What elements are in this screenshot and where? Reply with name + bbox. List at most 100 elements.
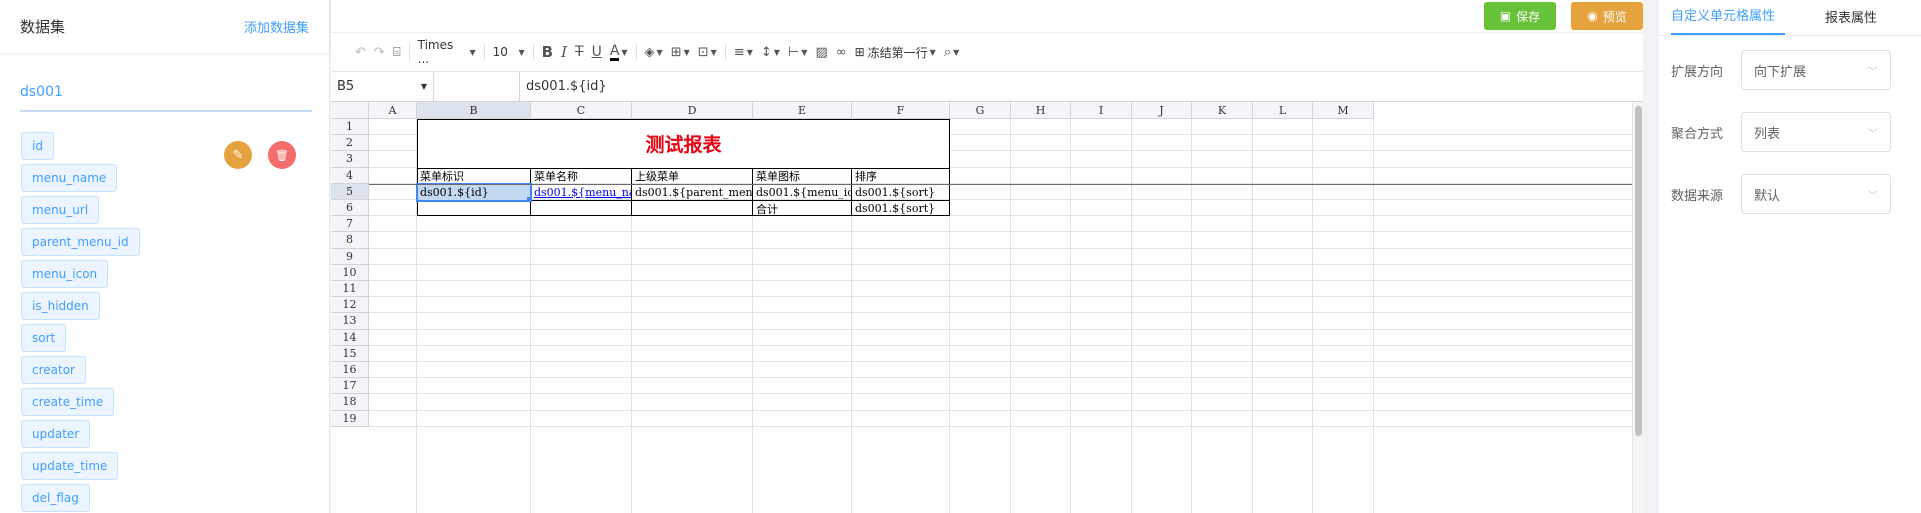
data-cell[interactable]: ds001.${sort} <box>853 201 949 216</box>
header-cell[interactable]: 菜单标识 <box>418 169 530 184</box>
data-cell[interactable]: ds001.${menu_name} <box>532 185 631 200</box>
scrollbar-thumb[interactable] <box>1635 106 1642 436</box>
data-source-value: 默认 <box>1754 188 1781 204</box>
chevron-down-icon: ▼ <box>469 47 476 57</box>
column-header-l[interactable]: L <box>1253 102 1313 119</box>
border-button[interactable]: ⊞ ▼ <box>667 38 694 66</box>
italic-button[interactable]: I <box>557 38 571 66</box>
field-tag[interactable]: is_hidden <box>21 292 100 320</box>
add-dataset-link[interactable]: 添加数据集 <box>244 17 309 36</box>
freeze-first-row-button[interactable]: ⊞ 冻结第一行 ▼ <box>851 38 940 66</box>
column-header-c[interactable]: C <box>531 102 632 119</box>
column-header-i[interactable]: I <box>1071 102 1132 119</box>
data-source-select[interactable]: 默认 ﹀ <box>1741 174 1891 214</box>
row-header-14[interactable]: 14 <box>331 329 369 346</box>
row-header-7[interactable]: 7 <box>331 216 369 233</box>
font-color-button[interactable]: A ▼ <box>606 38 632 66</box>
sheet-corner[interactable] <box>331 102 369 119</box>
data-cell[interactable]: ds001.${menu_icon} <box>754 185 851 200</box>
search-icon: ⌕ <box>943 44 952 60</box>
row-header-10[interactable]: 10 <box>331 264 369 281</box>
row-header-2[interactable]: 2 <box>331 135 369 152</box>
field-tag[interactable]: id <box>21 132 54 160</box>
save-button[interactable]: ▣ 保存 <box>1484 2 1556 30</box>
fill-color-button[interactable]: ◈ ▼ <box>641 38 667 66</box>
cell-reference-select[interactable]: B5 ▼ <box>331 71 434 102</box>
field-tag[interactable]: menu_icon <box>21 260 109 288</box>
formula-input[interactable]: ds001.${id} <box>520 79 607 94</box>
row-header-6[interactable]: 6 <box>331 200 369 217</box>
row-header-19[interactable]: 19 <box>331 410 369 427</box>
dataset-tab-ds001[interactable]: ds001 <box>20 84 312 112</box>
edit-dataset-button[interactable]: ✎ <box>224 141 252 169</box>
bold-button[interactable]: B <box>538 38 557 66</box>
tab-cell-properties[interactable]: 自定义单元格属性 <box>1671 5 1786 35</box>
redo-button[interactable]: ↷ <box>370 38 389 66</box>
row-header-8[interactable]: 8 <box>331 232 369 249</box>
aggregate-mode-select[interactable]: 列表 ﹀ <box>1741 112 1891 152</box>
field-tag[interactable]: update_time <box>21 452 119 480</box>
grid-line-vertical <box>1131 119 1132 513</box>
search-button[interactable]: ⌕ ▼ <box>940 38 963 66</box>
column-header-m[interactable]: M <box>1313 102 1374 119</box>
underline-button[interactable]: U <box>588 38 606 66</box>
insert-image-button[interactable]: ▨ <box>811 38 831 66</box>
column-header-h[interactable]: H <box>1011 102 1071 119</box>
tab-report-properties[interactable]: 报表属性 <box>1815 7 1887 35</box>
column-header-b[interactable]: B <box>417 102 531 119</box>
field-tag[interactable]: menu_name <box>21 164 118 192</box>
column-header-k[interactable]: K <box>1192 102 1253 119</box>
field-tag[interactable]: parent_menu_id <box>21 228 140 256</box>
column-header-j[interactable]: J <box>1132 102 1192 119</box>
field-tag[interactable]: del_flag <box>21 484 90 512</box>
fill-handle[interactable] <box>527 197 532 202</box>
field-tag[interactable]: menu_url <box>21 196 100 224</box>
font-size-select[interactable]: 10 ▼ <box>489 38 529 66</box>
column-header-g[interactable]: G <box>950 102 1011 119</box>
valign-button[interactable]: ↕ ▼ <box>757 38 784 66</box>
header-cell[interactable]: 上级菜单 <box>633 169 752 184</box>
row-header-4[interactable]: 4 <box>331 167 369 184</box>
column-header-d[interactable]: D <box>632 102 753 119</box>
row-header-12[interactable]: 12 <box>331 297 369 314</box>
spreadsheet-grid[interactable]: A B C D E F G H I J K L M 1 2 3 4 5 6 7 8 9 10 11 12 13 14 15 16 17 18… <box>331 102 1632 513</box>
format-painter-button[interactable]: ⌸ <box>389 38 405 66</box>
row-header-16[interactable]: 16 <box>331 362 369 379</box>
merge-cells-button[interactable]: ⊡ ▼ <box>694 38 721 66</box>
total-label-cell[interactable]: 合计 <box>754 201 851 216</box>
row-header-1[interactable]: 1 <box>331 119 369 136</box>
column-header-f[interactable]: F <box>852 102 950 119</box>
field-tag[interactable]: sort <box>21 324 67 352</box>
font-family-select[interactable]: Times ... ▼ <box>414 38 480 66</box>
row-header-13[interactable]: 13 <box>331 313 369 330</box>
row-header-15[interactable]: 15 <box>331 345 369 362</box>
row-header-18[interactable]: 18 <box>331 394 369 411</box>
column-header-e[interactable]: E <box>753 102 852 119</box>
field-tag[interactable]: creator <box>21 356 86 384</box>
chevron-down-icon: ▼ <box>710 47 717 57</box>
vertical-scrollbar[interactable] <box>1632 102 1643 513</box>
column-header-a[interactable]: A <box>369 102 417 119</box>
expand-direction-select[interactable]: 向下扩展 ﹀ <box>1741 50 1891 90</box>
data-cell[interactable]: ds001.${sort} <box>853 185 949 200</box>
row-header-11[interactable]: 11 <box>331 281 369 298</box>
row-header-17[interactable]: 17 <box>331 378 369 395</box>
field-tag[interactable]: updater <box>21 420 91 448</box>
undo-button[interactable]: ↶ <box>351 38 370 66</box>
selected-cell-b5[interactable]: ds001.${id} <box>416 182 532 203</box>
preview-button[interactable]: ◉ 预览 <box>1571 2 1643 30</box>
data-cell[interactable]: ds001.${parent_menu_id} <box>633 185 752 200</box>
delete-dataset-button[interactable]: 🗑 <box>268 141 296 169</box>
header-cell[interactable]: 菜单名称 <box>532 169 631 184</box>
row-header-5[interactable]: 5 <box>331 183 369 200</box>
field-tag[interactable]: create_time <box>21 388 115 416</box>
align-button[interactable]: ≡ ▼ <box>730 38 757 66</box>
strikethrough-button[interactable]: T <box>571 38 588 66</box>
header-cell[interactable]: 排序 <box>853 169 949 184</box>
text-wrap-button[interactable]: ⊢ ▼ <box>784 38 811 66</box>
row-header-9[interactable]: 9 <box>331 248 369 265</box>
header-cell[interactable]: 菜单图标 <box>754 169 851 184</box>
insert-link-button[interactable]: ∞ <box>832 38 851 66</box>
grid-line-horizontal <box>369 361 1632 362</box>
row-header-3[interactable]: 3 <box>331 151 369 168</box>
